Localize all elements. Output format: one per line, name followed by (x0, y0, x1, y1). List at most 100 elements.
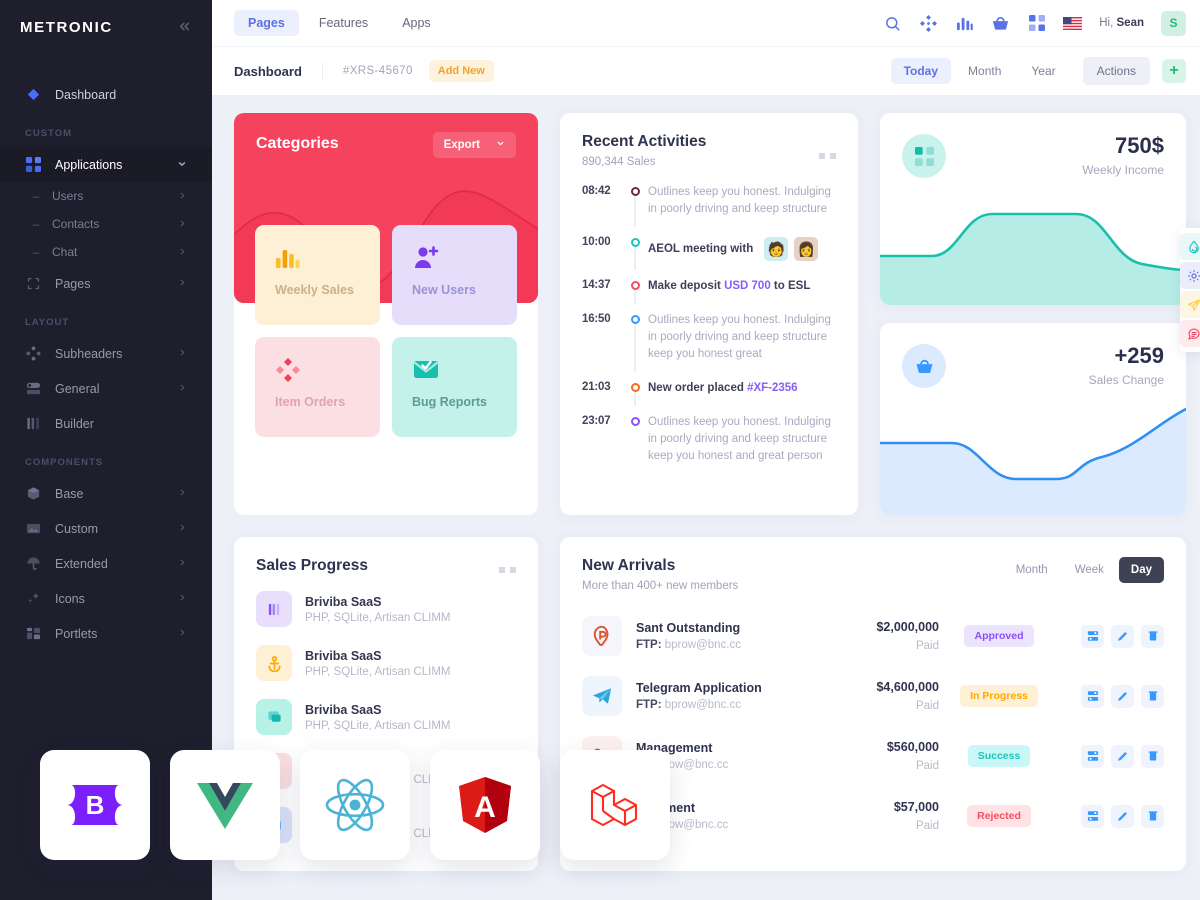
tile-new-users[interactable]: New Users (392, 225, 517, 325)
export-button[interactable]: Export (432, 132, 516, 158)
sidebar-item-chat[interactable]: – Chat (0, 238, 212, 266)
delete-icon[interactable] (1141, 684, 1164, 708)
gear-icon[interactable] (1180, 262, 1200, 289)
sidebar-item-custom[interactable]: Custom (0, 511, 212, 546)
tile-item-orders[interactable]: Item Orders (255, 337, 380, 437)
sidebar-item-extended[interactable]: Extended (0, 546, 212, 581)
period-month[interactable]: Month (955, 58, 1014, 84)
edit-icon[interactable] (1111, 744, 1134, 768)
sidebar-item-general[interactable]: General (0, 371, 212, 406)
sidebar-item-portlets[interactable]: Portlets (0, 616, 212, 651)
sidebar-label: Custom (55, 521, 99, 536)
sidebar-label: General (55, 381, 100, 396)
period-today[interactable]: Today (890, 58, 952, 84)
react-logo[interactable] (300, 750, 410, 860)
paper-plane-icon[interactable] (1180, 291, 1200, 318)
sidebar-item-users[interactable]: – Users (0, 182, 212, 210)
timeline-item: 23:07 Outlines keep you honest. Indulgin… (582, 414, 836, 482)
user-greeting: Hi, Sean (1099, 17, 1144, 29)
dash-icon: – (32, 189, 40, 203)
grid-squares-icon (902, 134, 946, 178)
card-subtitle: 890,344 Sales (582, 156, 656, 168)
settings-list-icon[interactable] (1081, 684, 1104, 708)
chat-bubble-icon[interactable] (1180, 320, 1200, 347)
plus-icon[interactable]: + (1162, 59, 1186, 83)
row-price: $560,000 (886, 740, 939, 754)
list-item[interactable]: Briviba SaaS PHP, SQLite, Artisan CLIMM (256, 591, 516, 627)
droplet-icon[interactable] (1180, 233, 1200, 260)
settings-list-icon[interactable] (1081, 624, 1104, 648)
row-price: $57,000 (893, 800, 939, 814)
list-item[interactable]: Briviba SaaS PHP, SQLite, Artisan CLIMM (256, 645, 516, 681)
sidebar-item-contacts[interactable]: – Contacts (0, 210, 212, 238)
tile-weekly-sales[interactable]: Weekly Sales (255, 225, 380, 325)
angular-logo[interactable]: A (430, 750, 540, 860)
chevrons-left-icon[interactable] (177, 19, 192, 37)
basket-icon[interactable] (991, 14, 1010, 33)
sidebar-section-custom: CUSTOM (25, 128, 72, 139)
list-item-text: Briviba SaaS PHP, SQLite, Artisan CLIMM (305, 703, 451, 732)
delete-icon[interactable] (1141, 804, 1164, 828)
bar-chart-icon (275, 245, 380, 275)
top-navbar: Pages Features Apps Hi, Sean S (212, 0, 1200, 46)
sidebar-item-subheaders[interactable]: Subheaders (0, 336, 212, 371)
dots-icon[interactable] (499, 567, 516, 573)
timeline-item: 08:42 Outlines keep you honest. Indulgin… (582, 184, 836, 235)
laravel-logo[interactable] (560, 750, 670, 860)
timeline-marker (622, 380, 648, 406)
delete-icon[interactable] (1141, 744, 1164, 768)
tab-features[interactable]: Features (305, 10, 382, 36)
tab-apps[interactable]: Apps (388, 10, 445, 36)
bar-chart-icon[interactable] (955, 14, 974, 33)
toggle-month[interactable]: Month (1004, 557, 1060, 583)
status-badge: Approved (964, 625, 1034, 647)
status-badge: Success (967, 745, 1031, 767)
edit-icon[interactable] (1111, 684, 1134, 708)
settings-list-icon[interactable] (1081, 744, 1104, 768)
tile-bug-reports[interactable]: Bug Reports (392, 337, 517, 437)
sidebar-item-base[interactable]: Base (0, 476, 212, 511)
sidebar-menu: Dashboard CUSTOM Applications – Users – … (0, 55, 212, 651)
timeline-time: 21:03 (582, 381, 611, 393)
sidebar-section-layout: LAYOUT (25, 317, 70, 328)
add-new-button[interactable]: Add New (428, 60, 494, 82)
delete-icon[interactable] (1141, 624, 1164, 648)
timeline-marker (622, 312, 648, 372)
table-row[interactable]: Telegram Application FTP: bprow@bnc.cc $… (582, 666, 1164, 726)
sidebar-item-dashboard[interactable]: Dashboard (0, 77, 212, 112)
edit-icon[interactable] (1111, 804, 1134, 828)
edit-icon[interactable] (1111, 624, 1134, 648)
grid-icon[interactable] (1027, 14, 1046, 33)
tile-label: Bug Reports (412, 395, 487, 409)
sales-change-chart (880, 407, 1186, 515)
toggle-day[interactable]: Day (1118, 557, 1164, 583)
row-price: $4,600,000 (876, 680, 939, 694)
bootstrap-logo[interactable]: B (40, 750, 150, 860)
grid-squares-icon (25, 156, 42, 173)
settings-list-icon[interactable] (1081, 804, 1104, 828)
sidebar-label: Pages (55, 276, 91, 291)
timeline-time: 23:07 (582, 415, 611, 427)
toggle-week[interactable]: Week (1063, 557, 1116, 583)
period-year[interactable]: Year (1018, 58, 1068, 84)
table-row[interactable]: Sant Outstanding FTP: bprow@bnc.cc $2,00… (582, 606, 1164, 666)
diamond-cluster-icon[interactable] (919, 14, 938, 33)
frame-icon (25, 275, 42, 292)
mail-check-icon (412, 357, 517, 387)
item-name: Briviba SaaS (305, 648, 382, 663)
sidebar-item-icons[interactable]: Icons (0, 581, 212, 616)
svg-text:B: B (86, 790, 105, 820)
timeline-marker (622, 184, 648, 227)
vue-logo[interactable] (170, 750, 280, 860)
sidebar-item-applications[interactable]: Applications (0, 147, 212, 182)
sidebar-item-builder[interactable]: Builder (0, 406, 212, 441)
list-item[interactable]: Briviba SaaS PHP, SQLite, Artisan CLIMM (256, 699, 516, 735)
stat-cards-column: 750$ Weekly Income +259 Sales Change (880, 113, 1186, 515)
actions-button[interactable]: Actions (1082, 57, 1150, 85)
sidebar-item-pages[interactable]: Pages (0, 266, 212, 301)
tab-pages[interactable]: Pages (234, 10, 299, 36)
avatar[interactable]: S (1161, 10, 1186, 36)
search-icon[interactable] (883, 14, 902, 33)
flag-us-icon[interactable] (1063, 14, 1083, 33)
dots-icon[interactable] (819, 153, 836, 159)
